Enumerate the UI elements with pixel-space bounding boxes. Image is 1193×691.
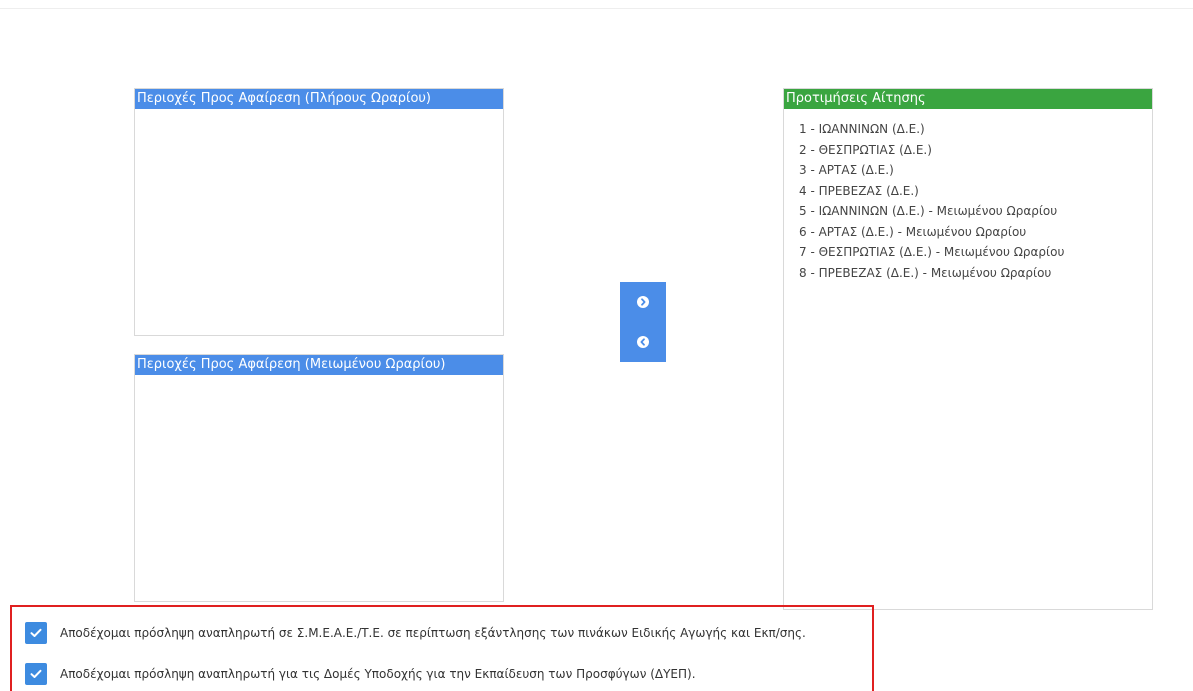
reduced-hours-list-body[interactable] (135, 375, 503, 601)
chevron-circle-left-icon (637, 336, 649, 348)
checkmark-icon (30, 628, 42, 637)
preference-item[interactable]: 7 - ΘΕΣΠΡΩΤΙΑΣ (Δ.Ε.) - Μειωμένου Ωραρίο… (799, 242, 1152, 263)
special-education-consent-label[interactable]: Αποδέχομαι πρόσληψη αναπληρωτή σε Σ.Μ.Ε.… (60, 626, 806, 640)
preferences-list-body: 1 - ΙΩΑΝΝΙΝΩΝ (Δ.Ε.) 2 - ΘΕΣΠΡΩΤΙΑΣ (Δ.Ε… (784, 109, 1152, 609)
move-right-button[interactable] (620, 282, 666, 322)
full-hours-panel-title: Περιοχές Προς Αφαίρεση (Πλήρους Ωραρίου) (135, 89, 503, 109)
preference-item[interactable]: 5 - ΙΩΑΝΝΙΝΩΝ (Δ.Ε.) - Μειωμένου Ωραρίου (799, 201, 1152, 222)
reduced-hours-panel-title: Περιοχές Προς Αφαίρεση (Μειωμένου Ωραρίο… (135, 355, 503, 375)
consent-highlight-box: Αποδέχομαι πρόσληψη αναπληρωτή σε Σ.Μ.Ε.… (10, 605, 874, 691)
application-preferences-list[interactable]: Προτιμήσεις Αίτησης 1 - ΙΩΑΝΝΙΝΩΝ (Δ.Ε.)… (783, 88, 1153, 610)
special-education-consent-row: Αποδέχομαι πρόσληψη αναπληρωτή σε Σ.Μ.Ε.… (25, 622, 806, 644)
preference-item[interactable]: 2 - ΘΕΣΠΡΩΤΙΑΣ (Δ.Ε.) (799, 140, 1152, 161)
full-hours-removal-list[interactable]: Περιοχές Προς Αφαίρεση (Πλήρους Ωραρίου) (134, 88, 504, 336)
preference-item[interactable]: 1 - ΙΩΑΝΝΙΝΩΝ (Δ.Ε.) (799, 119, 1152, 140)
preferences-items: 1 - ΙΩΑΝΝΙΝΩΝ (Δ.Ε.) 2 - ΘΕΣΠΡΩΤΙΑΣ (Δ.Ε… (784, 109, 1152, 283)
preference-item[interactable]: 3 - ΑΡΤΑΣ (Δ.Ε.) (799, 160, 1152, 181)
move-buttons-group (620, 282, 666, 362)
preference-item[interactable]: 8 - ΠΡΕΒΕΖΑΣ (Δ.Ε.) - Μειωμένου Ωραρίου (799, 263, 1152, 284)
special-education-consent-checkbox[interactable] (25, 622, 47, 644)
preferences-panel-title: Προτιμήσεις Αίτησης (784, 89, 1152, 109)
refugee-education-consent-checkbox[interactable] (25, 663, 47, 685)
reduced-hours-removal-list[interactable]: Περιοχές Προς Αφαίρεση (Μειωμένου Ωραρίο… (134, 354, 504, 602)
move-left-button[interactable] (620, 322, 666, 362)
checkmark-icon (30, 669, 42, 678)
preference-item[interactable]: 4 - ΠΡΕΒΕΖΑΣ (Δ.Ε.) (799, 181, 1152, 202)
refugee-education-consent-label[interactable]: Αποδέχομαι πρόσληψη αναπληρωτή για τις Δ… (60, 667, 696, 681)
chevron-circle-right-icon (637, 296, 649, 308)
full-hours-list-body[interactable] (135, 109, 503, 335)
refugee-education-consent-row: Αποδέχομαι πρόσληψη αναπληρωτή για τις Δ… (25, 663, 696, 685)
preference-item[interactable]: 6 - ΑΡΤΑΣ (Δ.Ε.) - Μειωμένου Ωραρίου (799, 222, 1152, 243)
top-divider (0, 8, 1193, 9)
